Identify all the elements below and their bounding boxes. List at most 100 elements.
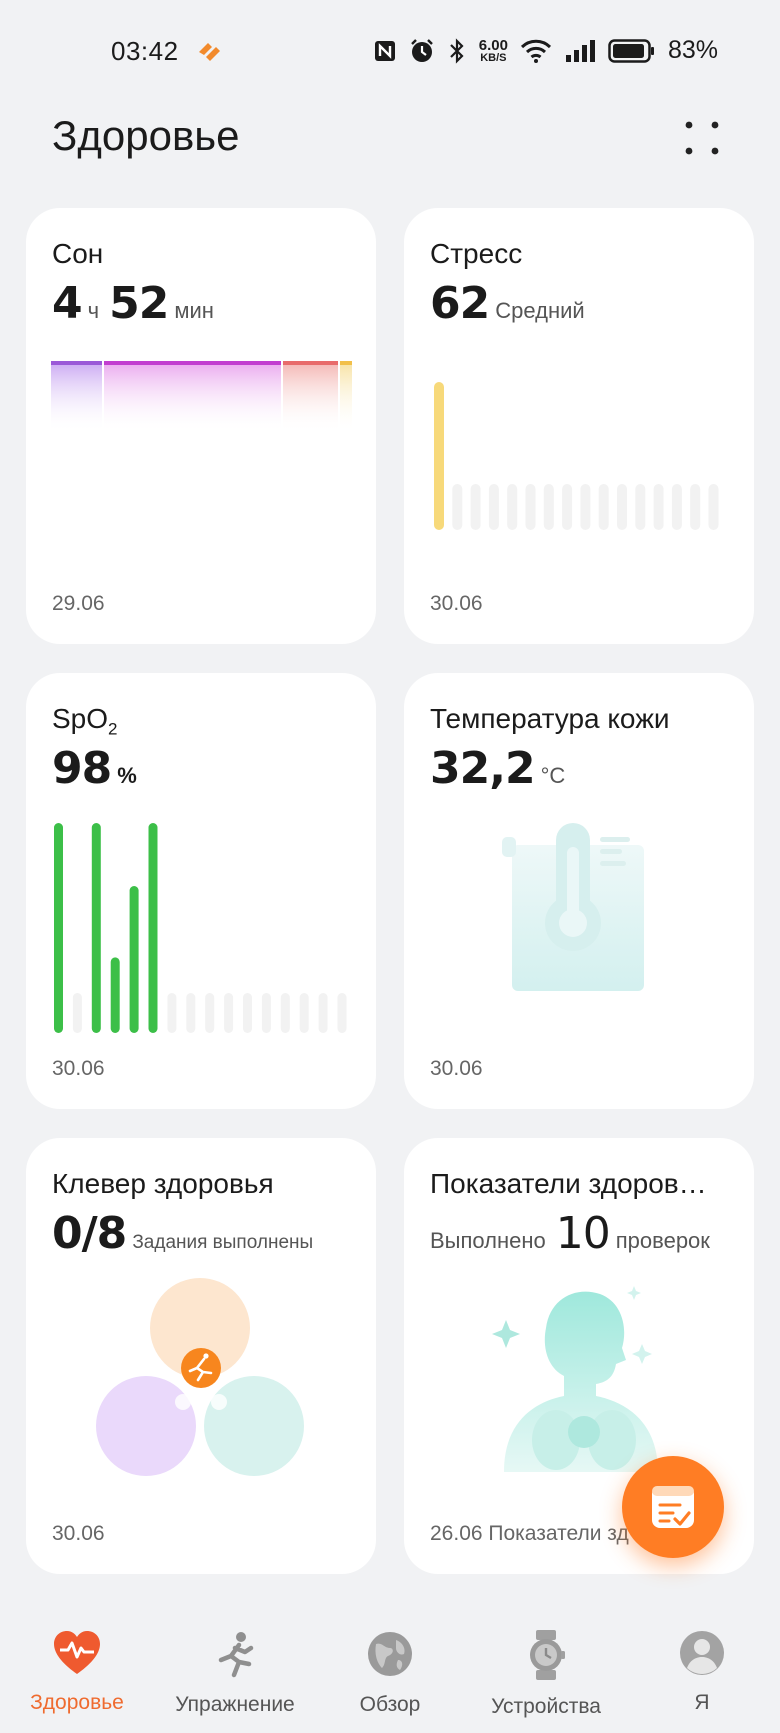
health-clover-illustration [96, 1278, 304, 1476]
sleep-title: Сон [52, 238, 104, 269]
nav-item-devices[interactable]: Устройства [471, 1630, 621, 1719]
spo2-bar-empty [186, 993, 196, 1033]
indicators-value: Выполнено 10 проверок [430, 1208, 710, 1259]
status-bar: 03:42 6.00 KB/S 83% [0, 0, 780, 100]
skin-temp-card[interactable]: Температура кожи 32,2 °C 30.06 [404, 673, 754, 1109]
spo2-bar-empty [224, 993, 234, 1033]
spo2-bar-empty [337, 993, 347, 1033]
nav-item-exercise[interactable]: Упражнение [160, 1630, 310, 1717]
health-clover-card[interactable]: Клевер здоровья 0/8 Задания выполнены 30… [26, 1138, 376, 1574]
nav-label: Упражнение [175, 1693, 295, 1716]
spo2-bar [91, 823, 101, 1033]
spo2-bar-empty [72, 993, 82, 1033]
spo2-bar-empty [167, 993, 177, 1033]
nfc-icon [374, 40, 395, 61]
body-illustration [492, 1286, 658, 1472]
alarm-icon [410, 38, 433, 62]
health-notes-fab[interactable] [622, 1456, 724, 1558]
watch-icon [530, 1630, 565, 1680]
sleep-moon-icon [175, 1394, 191, 1410]
spo2-bar [110, 957, 120, 1033]
bluetooth-icon [449, 37, 464, 64]
running-icon [218, 1632, 254, 1678]
status-time: 03:42 [111, 36, 179, 66]
globe-icon [368, 1632, 412, 1676]
stress-bar-empty [635, 484, 646, 530]
stress-bar-empty [525, 484, 536, 530]
stress-card[interactable]: Стресс 62 Средний 30.06 [404, 208, 754, 644]
heart-pulse-icon [54, 1631, 100, 1674]
spo2-bar-empty [280, 993, 290, 1033]
stress-bar-empty [470, 484, 481, 530]
stress-bar [434, 382, 444, 530]
stress-title: Стресс [430, 238, 523, 269]
clover-date: 30.06 [52, 1522, 105, 1545]
nav-item-health[interactable]: Здоровье [2, 1630, 152, 1715]
clover-value: 0/8 Задания выполнены [52, 1208, 314, 1259]
sleep-date: 29.06 [52, 592, 105, 615]
spo2-chart [54, 823, 347, 1033]
clover-title: Клевер здоровья [52, 1168, 274, 1199]
battery-percent: 83% [667, 36, 718, 64]
stress-bar-empty [580, 484, 591, 530]
nav-label: Здоровье [30, 1691, 124, 1714]
bottom-nav: Здоровье Упражнение Обзор Устройства Я [0, 1610, 780, 1733]
spo2-value: 98 % [52, 743, 137, 794]
stress-bar-empty [562, 484, 573, 530]
stress-bar-empty [690, 484, 701, 530]
sleep-stage-segment [51, 361, 102, 433]
cellular-signal-icon [565, 39, 595, 62]
stress-bar-empty [598, 484, 609, 530]
stress-chart [434, 382, 719, 530]
thermometer-illustration [502, 823, 644, 991]
stress-bar-empty [488, 484, 499, 530]
nav-label: Я [694, 1691, 710, 1714]
spo2-bar-empty [243, 993, 252, 1033]
stress-bar-empty [671, 484, 682, 530]
nav-item-me[interactable]: Я [627, 1630, 777, 1715]
stress-date: 30.06 [430, 592, 483, 615]
indicators-date: 26.06 Показатели зд [430, 1522, 629, 1545]
net-speed: 6.00 KB/S [478, 36, 508, 64]
health-app-notification-icon [199, 43, 220, 61]
sleep-stage-segment [104, 361, 281, 433]
status-icons: 6.00 KB/S 83% [373, 36, 718, 65]
spo2-card[interactable]: SpO2 98 % 30.06 [26, 673, 376, 1109]
nav-item-overview[interactable]: Обзор [315, 1630, 465, 1717]
stress-bar-empty [617, 484, 627, 530]
stress-bar-empty [543, 484, 554, 530]
spo2-bar [54, 823, 63, 1033]
profile-icon [680, 1631, 724, 1675]
menu-dots-icon[interactable] [682, 118, 722, 158]
skin-temp-title: Температура кожи [430, 703, 670, 734]
spo2-bar-empty [261, 993, 271, 1033]
sleep-card[interactable]: Сон 4 ч 52 мин 29.06 [26, 208, 376, 644]
stress-bar-empty [507, 484, 518, 530]
spo2-title: SpO2 [52, 703, 118, 739]
nav-label: Устройства [491, 1695, 601, 1718]
page-title: Здоровье [52, 112, 240, 159]
running-icon [181, 1348, 221, 1388]
sleep-stage-segment [283, 361, 338, 433]
spo2-bar-empty [318, 993, 328, 1033]
clover-leaf [204, 1376, 304, 1476]
sleep-stages-chart [51, 361, 352, 433]
sleep-stage-segment [340, 361, 352, 433]
spo2-date: 30.06 [52, 1057, 105, 1080]
checklist-icon [652, 1486, 694, 1528]
stress-value: 62 Средний [430, 278, 585, 329]
spo2-bar-empty [205, 993, 215, 1033]
skin-temp-date: 30.06 [430, 1057, 483, 1080]
stress-bar-empty [653, 484, 664, 530]
clover-leaf [96, 1376, 196, 1476]
indicators-title: Показатели здоров… [430, 1168, 707, 1199]
sleep-value: 4 ч 52 мин [52, 278, 214, 329]
spo2-bar-empty [299, 993, 309, 1033]
battery-icon [608, 38, 654, 63]
smile-icon [211, 1394, 227, 1410]
stress-bar-empty [452, 484, 463, 530]
nav-label: Обзор [359, 1693, 421, 1716]
skin-temp-value: 32,2 °C [430, 743, 566, 794]
wifi-icon [520, 39, 552, 63]
spo2-bar [129, 886, 139, 1033]
